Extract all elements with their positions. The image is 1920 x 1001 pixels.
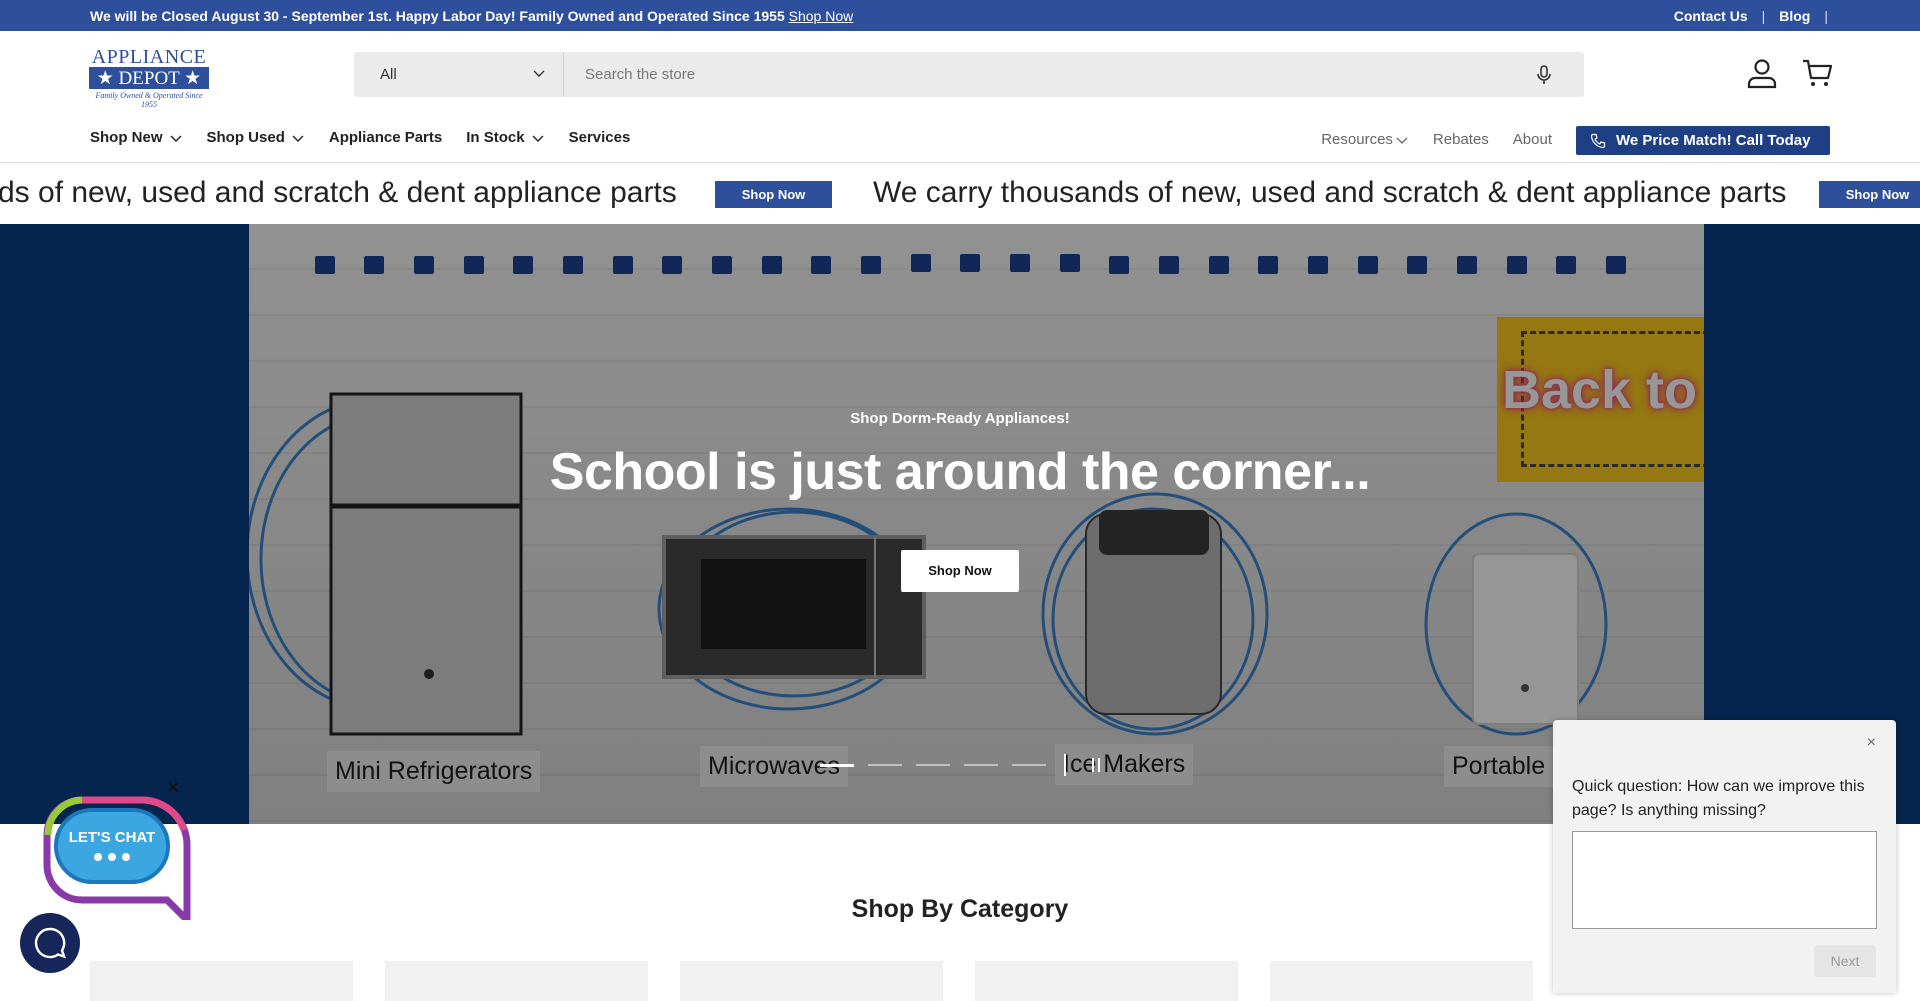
announcement-bar: We will be Closed August 30 - September … [0, 0, 1920, 31]
search-category-value: All [380, 66, 397, 83]
pause-icon[interactable] [1092, 758, 1106, 772]
nav-about[interactable]: About [1513, 131, 1552, 148]
promo-ticker: ds of new, used and scratch & dent appli… [0, 163, 1920, 224]
search-input[interactable] [565, 52, 1525, 97]
nav-label: Rebates [1432, 131, 1489, 148]
logo-tagline: Family Owned & Operated Since 1955 [95, 91, 203, 109]
blog-link[interactable]: Blog [1779, 8, 1810, 24]
category-card[interactable] [975, 961, 1238, 1001]
carousel-dot[interactable] [964, 764, 998, 766]
account-icon[interactable] [1744, 55, 1780, 91]
category-cards [90, 961, 1533, 1001]
nav-resources[interactable]: Resources [1321, 131, 1409, 148]
hero-title: School is just around the corner... [549, 443, 1371, 501]
survey-next-button[interactable]: Next [1814, 945, 1876, 977]
main-nav: Shop New Shop Used Appliance Parts In St… [0, 119, 1920, 163]
nav-label: Shop Used [206, 129, 285, 146]
nav-label: Services [568, 129, 631, 146]
chat-launcher-button[interactable] [20, 913, 80, 973]
price-match-label: We Price Match! Call Today [1616, 132, 1811, 149]
nav-in-stock[interactable]: In Stock [466, 129, 544, 146]
carousel-dot[interactable] [820, 763, 854, 767]
nav-shop-new[interactable]: Shop New [90, 129, 183, 146]
carousel-dot[interactable] [1012, 764, 1046, 766]
site-header: APPLIANCE ★ DEPOT ★ Family Owned & Opera… [0, 31, 1920, 119]
chevron-down-icon [1396, 137, 1408, 144]
nav-services[interactable]: Services [569, 129, 631, 146]
chat-icon [34, 927, 66, 959]
top-links: Contact Us | Blog | [1674, 8, 1828, 24]
chevron-down-icon [532, 135, 544, 142]
microphone-icon[interactable] [1532, 63, 1556, 87]
nav-label: About [1512, 131, 1552, 148]
carousel-dots [820, 754, 1106, 776]
ticker-text: ds of new, used and scratch & dent appli… [0, 176, 677, 209]
nav-label: Appliance Parts [328, 129, 443, 146]
logo-line1: APPLIANCE [89, 47, 209, 69]
carousel-divider [1064, 754, 1066, 776]
lets-chat-bubble[interactable]: LET'S CHAT [42, 780, 192, 929]
logo-line2: ★ DEPOT ★ [89, 69, 209, 89]
nav-label: Resources [1321, 131, 1393, 148]
close-icon[interactable]: × [1867, 734, 1876, 752]
chat-bubble-icon: LET'S CHAT [43, 782, 191, 929]
category-card[interactable] [90, 961, 353, 1001]
hero-shop-button[interactable]: Shop Now [901, 550, 1019, 592]
nav-label: Shop New [90, 129, 163, 146]
cart-icon[interactable] [1800, 55, 1836, 91]
search-category-select[interactable]: All [354, 52, 564, 97]
survey-question: Quick question: How can we improve this … [1572, 778, 1865, 819]
survey-answer-input[interactable] [1572, 831, 1877, 929]
nav-shop-used[interactable]: Shop Used [207, 129, 305, 146]
carousel-dot[interactable] [868, 764, 902, 766]
site-logo[interactable]: APPLIANCE ★ DEPOT ★ Family Owned & Opera… [89, 47, 211, 109]
separator: | [1824, 8, 1828, 24]
ticker-shop-button[interactable]: Shop Now [715, 181, 832, 208]
ticker-shop-button[interactable]: Shop Now [1819, 181, 1920, 208]
nav-rebates[interactable]: Rebates [1433, 131, 1489, 148]
chevron-down-icon [170, 135, 182, 142]
nav-left: Shop New Shop Used Appliance Parts In St… [90, 129, 630, 146]
hero-subtitle: Shop Dorm-Ready Appliances! [850, 410, 1070, 427]
close-icon[interactable] [168, 782, 178, 792]
announcement-message: We will be Closed August 30 - September … [90, 8, 853, 24]
ticker-text: We carry thousands of new, used and scra… [873, 176, 1787, 209]
hero-overlay [249, 224, 1704, 824]
contact-us-link[interactable]: Contact Us [1674, 8, 1748, 24]
nav-appliance-parts[interactable]: Appliance Parts [329, 129, 442, 146]
chevron-down-icon [292, 135, 304, 142]
separator: | [1761, 8, 1766, 24]
announcement-text: We will be Closed August 30 - September … [90, 8, 785, 24]
nav-right: Resources Rebates About [1321, 131, 1552, 148]
announcement-shop-link[interactable]: Shop Now [789, 8, 854, 24]
chevron-down-icon [533, 70, 545, 77]
search-bar: All [354, 52, 1584, 97]
category-card[interactable] [385, 961, 648, 1001]
category-card[interactable] [1270, 961, 1533, 1001]
category-card[interactable] [680, 961, 943, 1001]
carousel-dot[interactable] [916, 764, 950, 766]
chat-bubble-text: LET'S CHAT [69, 829, 156, 846]
phone-icon [1590, 133, 1606, 148]
price-match-button[interactable]: We Price Match! Call Today [1576, 126, 1830, 155]
nav-label: In Stock [466, 129, 525, 146]
feedback-survey: × Quick question: How can we improve thi… [1553, 720, 1896, 993]
